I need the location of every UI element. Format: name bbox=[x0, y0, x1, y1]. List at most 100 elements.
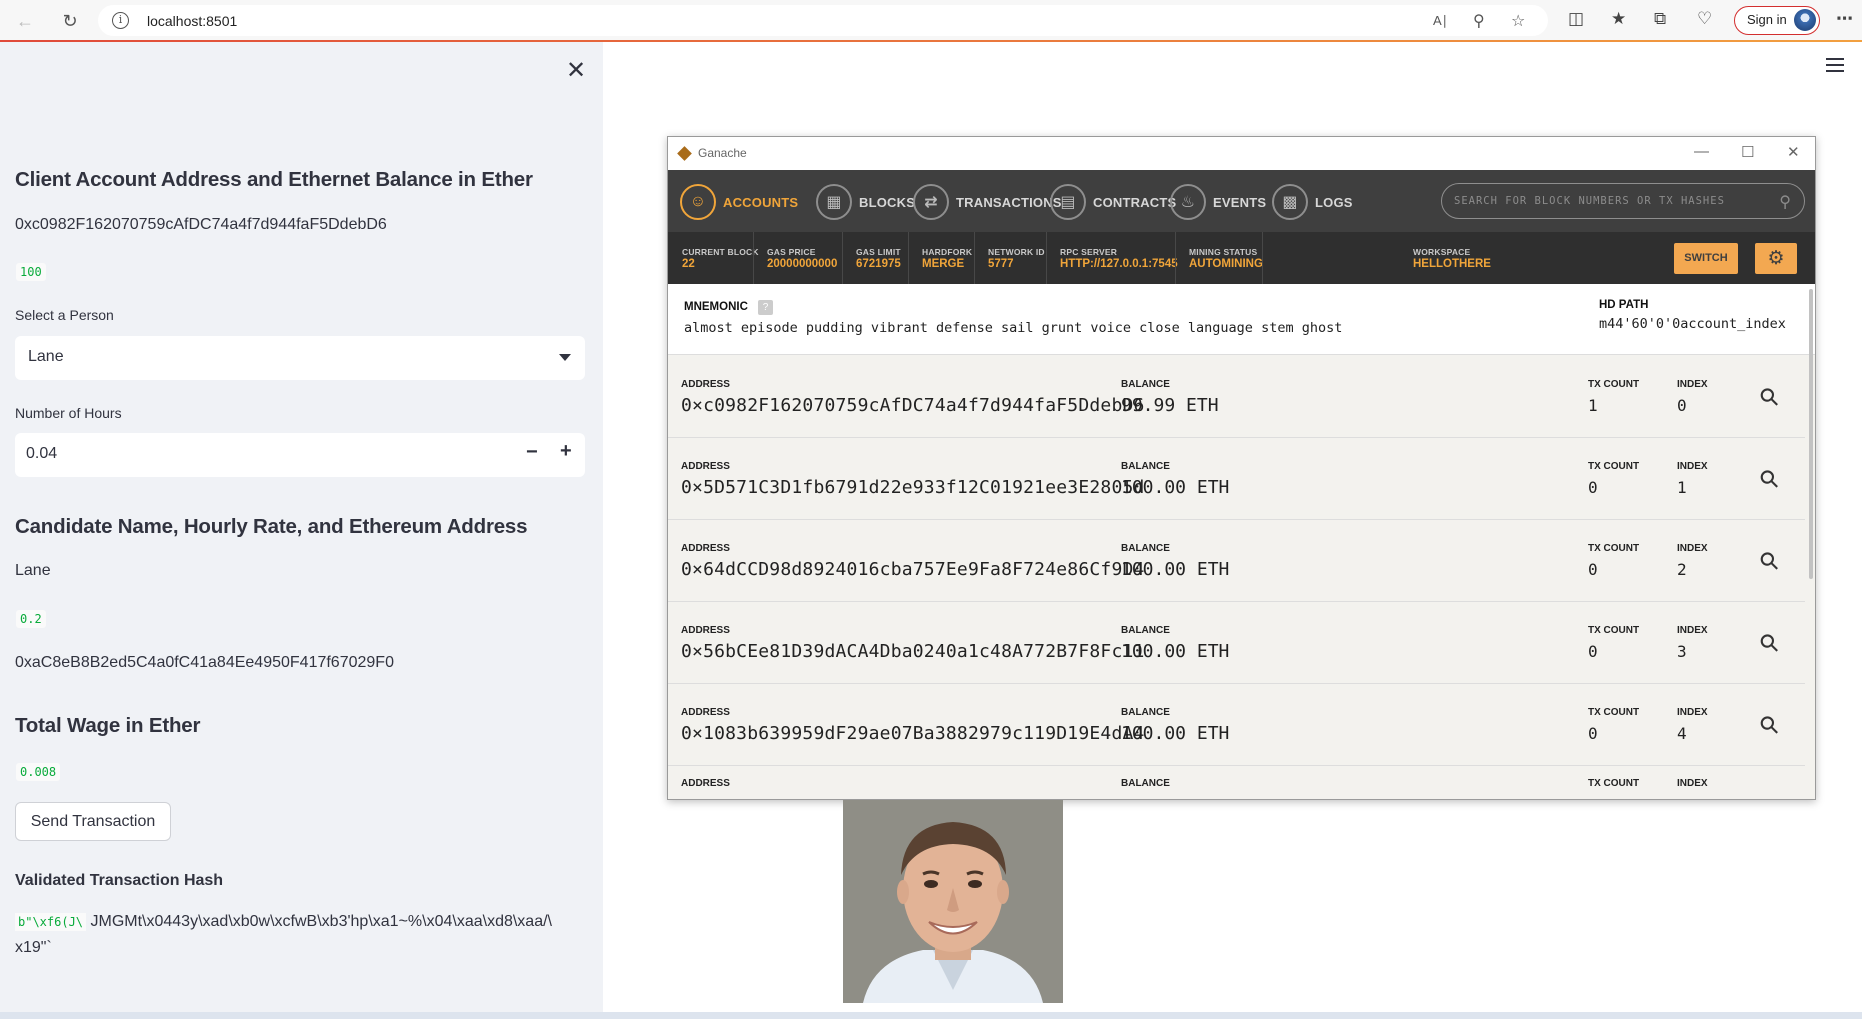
bell-icon: ♨ bbox=[1170, 184, 1206, 220]
address-label: ADDRESS bbox=[681, 778, 730, 789]
close-icon[interactable]: ✕ bbox=[566, 59, 586, 83]
balance-label: BALANCE bbox=[1121, 379, 1170, 390]
index-label: INDEX bbox=[1677, 778, 1708, 789]
tab-accounts-label: ACCOUNTS bbox=[723, 194, 799, 210]
tab-transactions-label: TRANSACTIONS bbox=[956, 194, 1062, 210]
gear-icon[interactable]: ⚙ bbox=[1755, 243, 1797, 274]
key-icon[interactable]: ⚲ bbox=[1753, 381, 1786, 414]
scrollbar[interactable] bbox=[1809, 289, 1813, 579]
browser-essentials-icon[interactable]: ♡ bbox=[1697, 9, 1712, 29]
tx-count: 0 bbox=[1588, 560, 1598, 579]
key-icon[interactable]: ⚲ bbox=[1753, 545, 1786, 578]
tx-count: 0 bbox=[1588, 478, 1598, 497]
account-address: 0×5D571C3D1fb6791d22e933f12C01921ee3E280… bbox=[681, 477, 1145, 498]
url-text[interactable]: localhost:8501 bbox=[147, 13, 237, 29]
status-workspace: WORKSPACE HELLOTHERE bbox=[1413, 247, 1491, 270]
hd-path-label: HD PATH bbox=[1599, 299, 1649, 311]
client-balance: 100 bbox=[16, 263, 46, 281]
maximize-icon[interactable]: ☐ bbox=[1741, 143, 1754, 161]
index-label: INDEX bbox=[1677, 379, 1708, 390]
document-icon: ▤ bbox=[1050, 184, 1086, 220]
account-row-partial[interactable]: ADDRESS BALANCE TX COUNT INDEX bbox=[668, 766, 1805, 799]
terminal-icon: ▩ bbox=[1272, 184, 1308, 220]
hash-line-1: b"\xf6(J\ JMGMt\x0443y\xad\xb0w\xcfwB\xb… bbox=[15, 913, 552, 931]
status-value: 6721975 bbox=[856, 258, 901, 270]
address-bar[interactable]: i localhost:8501 A∣ ⚲ ☆ bbox=[98, 5, 1548, 36]
hours-number-input[interactable]: 0.04 − + bbox=[15, 433, 585, 477]
search-placeholder: SEARCH FOR BLOCK NUMBERS OR TX HASHES bbox=[1454, 195, 1725, 207]
key-icon[interactable]: ⚲ bbox=[1753, 627, 1786, 660]
tab-accounts[interactable]: ☺ ACCOUNTS bbox=[680, 183, 798, 221]
account-address: 0×1083b639959dF29ae07Ba3882979c119D19E4d… bbox=[681, 723, 1145, 744]
send-transaction-button[interactable]: Send Transaction bbox=[15, 802, 171, 841]
status-label: RPC SERVER bbox=[1060, 247, 1118, 257]
increment-button[interactable]: + bbox=[560, 440, 572, 463]
candidate-address: 0xaC8eB8B2ed5C4a0fC41a84Ee4950F417f67029… bbox=[15, 654, 394, 671]
zoom-icon[interactable]: ⚲ bbox=[1473, 11, 1485, 31]
mnemonic-label: MNEMONIC bbox=[684, 301, 748, 313]
search-input[interactable]: SEARCH FOR BLOCK NUMBERS OR TX HASHES ⚲ bbox=[1441, 183, 1805, 219]
ganache-window: Ganache — ☐ ✕ ☺ ACCOUNTS ▦ BLOCKS ⇄ TRAN… bbox=[667, 136, 1816, 800]
tab-transactions[interactable]: ⇄ TRANSACTIONS bbox=[913, 183, 1062, 221]
account-index: 2 bbox=[1677, 560, 1687, 579]
tx-count-label: TX COUNT bbox=[1588, 461, 1640, 472]
collections-icon[interactable]: ⧉ bbox=[1654, 9, 1666, 29]
status-rpc-server: RPC SERVER HTTP://127.0.0.1:7545 bbox=[1060, 247, 1178, 270]
search-icon[interactable]: ⚲ bbox=[1779, 192, 1792, 211]
address-label: ADDRESS bbox=[681, 461, 730, 472]
help-icon[interactable]: ? bbox=[758, 300, 773, 315]
account-row[interactable]: ADDRESS 0×56bCEe81D39dACA4Dba0240a1c48A7… bbox=[668, 602, 1805, 684]
divider bbox=[1046, 232, 1047, 284]
hours-value[interactable]: 0.04 bbox=[26, 445, 57, 463]
site-info-icon[interactable]: i bbox=[112, 12, 129, 29]
account-row[interactable]: ADDRESS 0×1083b639959dF29ae07Ba3882979c1… bbox=[668, 684, 1805, 766]
key-icon[interactable]: ⚲ bbox=[1753, 709, 1786, 742]
sign-in-button[interactable]: Sign in bbox=[1734, 6, 1820, 35]
index-label: INDEX bbox=[1677, 625, 1708, 636]
account-row[interactable]: ADDRESS 0×c0982F162070759cAfDC74a4f7d944… bbox=[668, 356, 1805, 438]
mnemonic-panel: MNEMONIC ? almost episode pudding vibran… bbox=[668, 284, 1815, 355]
minimize-icon[interactable]: — bbox=[1694, 143, 1709, 160]
balance-label: BALANCE bbox=[1121, 543, 1170, 554]
status-label: HARDFORK bbox=[922, 247, 973, 257]
tab-blocks-label: BLOCKS bbox=[859, 194, 916, 210]
divider bbox=[908, 232, 909, 284]
account-row[interactable]: ADDRESS 0×64dCCD98d8924016cba757Ee9Fa8F7… bbox=[668, 520, 1805, 602]
account-row[interactable]: ADDRESS 0×5D571C3D1fb6791d22e933f12C0192… bbox=[668, 438, 1805, 520]
candidate-rate: 0.2 bbox=[16, 610, 46, 628]
status-mining: MINING STATUS AUTOMINING bbox=[1189, 247, 1263, 270]
account-balance: 99.99 ETH bbox=[1121, 395, 1219, 416]
tab-contracts[interactable]: ▤ CONTRACTS bbox=[1050, 183, 1176, 221]
index-label: INDEX bbox=[1677, 543, 1708, 554]
hash-code: b"\xf6(J\ bbox=[15, 913, 87, 931]
hash-line-2: x19"` bbox=[15, 939, 52, 956]
tab-blocks[interactable]: ▦ BLOCKS bbox=[816, 183, 915, 221]
close-window-icon[interactable]: ✕ bbox=[1787, 143, 1800, 161]
index-label: INDEX bbox=[1677, 707, 1708, 718]
divider bbox=[974, 232, 975, 284]
key-icon[interactable]: ⚲ bbox=[1753, 463, 1786, 496]
tab-events[interactable]: ♨ EVENTS bbox=[1170, 183, 1266, 221]
tab-logs[interactable]: ▩ LOGS bbox=[1272, 183, 1353, 221]
favorites-icon[interactable]: ★ bbox=[1611, 9, 1626, 29]
decrement-button[interactable]: − bbox=[526, 441, 538, 464]
hamburger-menu-icon[interactable] bbox=[1826, 58, 1844, 72]
split-screen-icon[interactable]: ◫ bbox=[1568, 9, 1584, 29]
address-label: ADDRESS bbox=[681, 543, 730, 554]
account-index: 0 bbox=[1677, 396, 1687, 415]
tx-count: 1 bbox=[1588, 396, 1598, 415]
back-arrow-icon[interactable]: ← bbox=[12, 8, 38, 34]
switch-workspace-button[interactable]: SWITCH bbox=[1674, 243, 1738, 274]
favorite-star-icon[interactable]: ☆ bbox=[1511, 11, 1525, 31]
status-label: WORKSPACE bbox=[1413, 247, 1471, 257]
person-select[interactable]: Lane bbox=[15, 336, 585, 380]
account-balance: 100.00 ETH bbox=[1121, 723, 1230, 744]
reload-icon[interactable]: ↻ bbox=[57, 8, 83, 34]
more-menu-icon[interactable]: ⋯ bbox=[1836, 9, 1853, 29]
status-label: GAS LIMIT bbox=[856, 247, 901, 257]
balance-label: BALANCE bbox=[1121, 625, 1170, 636]
read-aloud-icon[interactable]: A∣ bbox=[1433, 13, 1448, 29]
tx-count: 0 bbox=[1588, 642, 1598, 661]
tx-count-label: TX COUNT bbox=[1588, 707, 1640, 718]
tx-count: 0 bbox=[1588, 724, 1598, 743]
